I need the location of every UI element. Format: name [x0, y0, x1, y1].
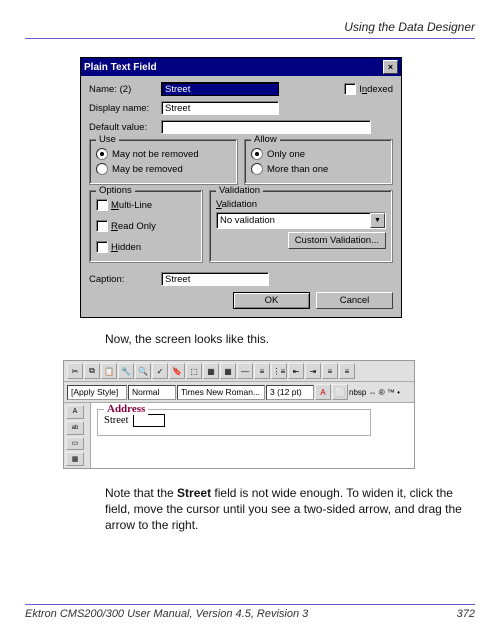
hidden-checkbox[interactable]: Hidden: [96, 241, 141, 253]
palette-text-icon[interactable]: A: [66, 405, 84, 419]
validation-select-value: No validation: [220, 215, 275, 226]
dropdown-arrow-icon[interactable]: ▼: [370, 213, 385, 228]
note-text: Note that the Street field is not wide e…: [105, 485, 467, 534]
displayname-input[interactable]: Street: [161, 101, 279, 115]
options-group: Options Multi-Line Read Only Hidden: [89, 190, 203, 263]
header-rule: [25, 38, 475, 39]
allow-more-than-one-radio[interactable]: More than one: [251, 163, 328, 175]
indent-icon[interactable]: ⇥: [305, 363, 321, 379]
spellcheck-icon[interactable]: ✓: [152, 363, 168, 379]
use-not-removed-radio[interactable]: May not be removed: [96, 148, 199, 160]
palette-box-icon[interactable]: ▭: [66, 437, 84, 451]
fontsize-combo[interactable]: 3 (12 pt): [266, 385, 314, 400]
validation-group: Validation Validation No validation ▼ Cu…: [209, 190, 393, 263]
allow-only-one-label: Only one: [267, 149, 305, 160]
numlist-icon[interactable]: ⋮≡: [271, 363, 287, 379]
name-label: Name: (2): [89, 84, 157, 95]
cut-icon[interactable]: ✂: [67, 363, 83, 379]
bookmark-icon[interactable]: 🔖: [169, 363, 185, 379]
toolbar-row-2: [Apply Style] Normal Times New Roman... …: [64, 382, 414, 403]
editor-screenshot: ✂ ⧉ 📋 🔧 🔍 ✓ 🔖 ⬚ ▦ ▦ — ≡ ⋮≡ ⇤ ⇥ ≡ ≡ [Appl…: [63, 360, 415, 469]
paste-icon[interactable]: 📋: [101, 363, 117, 379]
caption-text-1: Now, the screen looks like this.: [105, 332, 475, 346]
street-field-input[interactable]: [133, 414, 165, 427]
cancel-button[interactable]: Cancel: [316, 292, 393, 309]
indexed-label: Indexed: [359, 84, 393, 95]
use-legend: Use: [96, 134, 119, 145]
allow-only-one-radio[interactable]: Only one: [251, 148, 305, 160]
paragraph-combo[interactable]: Normal: [128, 385, 176, 400]
validation-select[interactable]: No validation ▼: [216, 212, 386, 229]
font-combo[interactable]: Times New Roman...: [177, 385, 265, 400]
address-legend: Address: [104, 403, 148, 415]
plain-text-field-dialog: Plain Text Field × Name: (2) Street Inde…: [80, 57, 402, 318]
align-left-icon[interactable]: ≡: [322, 363, 338, 379]
footer-left: Ektron CMS200/300 User Manual, Version 4…: [25, 608, 308, 620]
address-fieldset: Address Street: [97, 409, 371, 436]
palette-field-icon[interactable]: ab: [66, 421, 84, 435]
readonly-label: Read Only: [111, 221, 156, 232]
defaultvalue-input[interactable]: [161, 120, 371, 134]
align-center-icon[interactable]: ≡: [339, 363, 355, 379]
use-group: Use May not be removed May be removed: [89, 139, 238, 185]
allow-legend: Allow: [251, 134, 280, 145]
name-input[interactable]: Street: [161, 82, 279, 96]
copy-icon[interactable]: ⧉: [84, 363, 100, 379]
readonly-checkbox[interactable]: Read Only: [96, 220, 156, 232]
close-icon[interactable]: ×: [383, 60, 398, 74]
multiline-label: Multi-Line: [111, 200, 152, 211]
caption-label: Caption:: [89, 274, 157, 285]
editor-palette: A ab ▭ ▦: [64, 403, 91, 468]
use-may-be-removed-radio[interactable]: May be removed: [96, 163, 183, 175]
list-icon[interactable]: ≡: [254, 363, 270, 379]
palette-group-icon[interactable]: ▦: [66, 452, 84, 466]
displayname-label: Display name:: [89, 103, 157, 114]
image-icon[interactable]: ▦: [220, 363, 236, 379]
hr-icon[interactable]: —: [237, 363, 253, 379]
ok-button[interactable]: OK: [233, 292, 310, 309]
use-may-be-removed-label: May be removed: [112, 164, 183, 175]
page-header: Using the Data Designer: [25, 20, 475, 34]
allow-more-label: More than one: [267, 164, 328, 175]
style-combo[interactable]: [Apply Style]: [67, 385, 127, 400]
options-legend: Options: [96, 185, 135, 196]
custom-validation-button[interactable]: Custom Validation...: [288, 232, 386, 249]
page-number: 372: [457, 608, 475, 620]
link-icon[interactable]: ⬚: [186, 363, 202, 379]
street-field-label: Street: [104, 415, 129, 426]
defaultvalue-label: Default value:: [89, 122, 157, 133]
hidden-label: Hidden: [111, 242, 141, 253]
validation-legend: Validation: [216, 185, 263, 196]
editor-canvas[interactable]: Address Street: [91, 403, 414, 468]
multiline-checkbox[interactable]: Multi-Line: [96, 199, 152, 211]
validation-label: Validation: [216, 199, 386, 210]
toolbar-row-1: ✂ ⧉ 📋 🔧 🔍 ✓ 🔖 ⬚ ▦ ▦ — ≡ ⋮≡ ⇤ ⇥ ≡ ≡: [64, 361, 414, 382]
dialog-titlebar: Plain Text Field ×: [81, 58, 401, 76]
fontcolor-icon[interactable]: A: [315, 384, 331, 400]
symbol-buttons[interactable]: nbsp ⇔ ® ™ •: [349, 388, 400, 397]
page-footer: Ektron CMS200/300 User Manual, Version 4…: [25, 599, 475, 621]
use-not-removed-label: May not be removed: [112, 149, 199, 160]
allow-group: Allow Only one More than one: [244, 139, 393, 185]
bgcolor-icon[interactable]: ⬜: [332, 384, 348, 400]
indexed-checkbox[interactable]: Indexed: [344, 83, 393, 95]
tool-icon[interactable]: 🔧: [118, 363, 134, 379]
caption-input[interactable]: Street: [161, 272, 269, 286]
find-icon[interactable]: 🔍: [135, 363, 151, 379]
outdent-icon[interactable]: ⇤: [288, 363, 304, 379]
table-icon[interactable]: ▦: [203, 363, 219, 379]
dialog-title: Plain Text Field: [84, 62, 157, 73]
